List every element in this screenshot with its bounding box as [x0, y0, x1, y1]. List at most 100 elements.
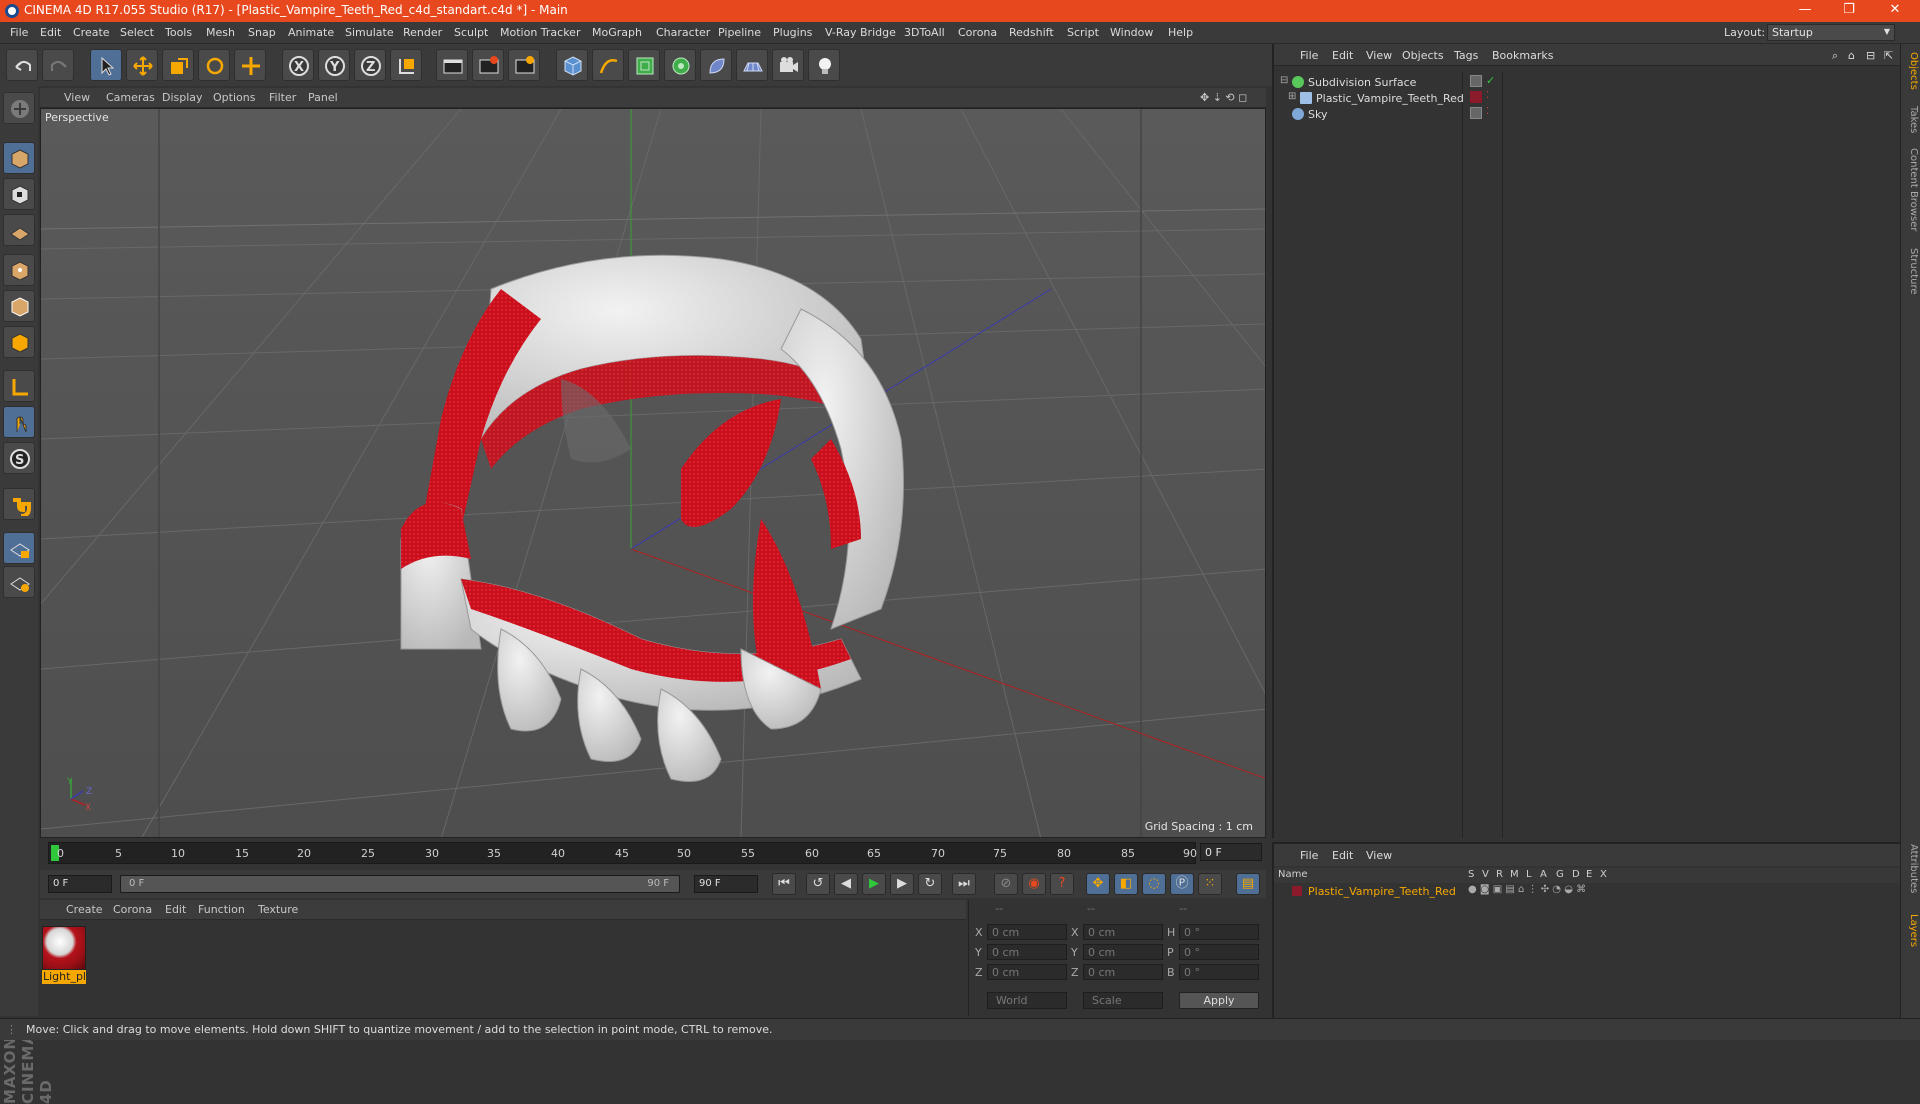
current-frame-display[interactable]: 0 F: [1200, 843, 1262, 861]
object-name[interactable]: Sky: [1308, 108, 1327, 121]
previous-key-button[interactable]: ↺: [806, 873, 830, 895]
close-button[interactable]: ✕: [1880, 2, 1910, 20]
menu-help[interactable]: Help: [1168, 26, 1193, 39]
snap-button[interactable]: S: [3, 442, 35, 474]
viewport-menu-view[interactable]: View: [64, 91, 90, 104]
menu-vray-bridge[interactable]: V-Ray Bridge: [825, 26, 896, 39]
light-button[interactable]: [808, 49, 840, 81]
polygons-mode-button[interactable]: [3, 326, 35, 358]
render-to-picture-viewer-button[interactable]: [472, 49, 504, 81]
menu-animate[interactable]: Animate: [288, 26, 334, 39]
position-z-field[interactable]: 0 cm: [987, 964, 1067, 980]
coordinate-system-button[interactable]: [390, 49, 422, 81]
render-settings-button[interactable]: [508, 49, 540, 81]
menu-simulate[interactable]: Simulate: [345, 26, 394, 39]
go-to-start-button[interactable]: ⏮: [772, 873, 796, 895]
layermgr-menu-file[interactable]: File: [1300, 849, 1318, 862]
play-button[interactable]: ▶: [862, 873, 886, 895]
edges-mode-button[interactable]: [3, 290, 35, 322]
layer-color-swatch[interactable]: [1292, 886, 1302, 896]
menu-character[interactable]: Character: [656, 26, 710, 39]
planar-workplane-button[interactable]: [3, 566, 35, 598]
object-row-subdivision-surface[interactable]: ⊟ Subdivision Surface ✓: [1274, 74, 1900, 91]
floor-button[interactable]: [736, 49, 768, 81]
next-frame-button[interactable]: ▶: [890, 873, 914, 895]
key-parameter-button[interactable]: Ⓟ: [1170, 873, 1194, 895]
cloner-button[interactable]: [664, 49, 696, 81]
menu-mesh[interactable]: Mesh: [206, 26, 235, 39]
viewport-menu-options[interactable]: Options: [213, 91, 255, 104]
visibility-dots-icon[interactable]: ⁚: [1486, 106, 1489, 117]
expand-icon[interactable]: ⊞: [1288, 91, 1296, 102]
key-position-button[interactable]: ✥: [1086, 873, 1110, 895]
objmgr-menu-view[interactable]: View: [1366, 49, 1392, 62]
camera-button[interactable]: [772, 49, 804, 81]
layer-row[interactable]: Plastic_Vampire_Teeth_Red ● ◙ ▣ ▤ ⌂ ⋮ ✣ …: [1274, 884, 1902, 900]
key-rotation-button[interactable]: ◌: [1142, 873, 1166, 895]
objmgr-menu-objects[interactable]: Objects: [1402, 49, 1444, 62]
rotation-b-field[interactable]: 0 °: [1179, 964, 1259, 980]
next-key-button[interactable]: ↻: [918, 873, 942, 895]
end-frame-field[interactable]: 90 F: [694, 875, 758, 893]
menu-corona[interactable]: Corona: [958, 26, 997, 39]
layer-name[interactable]: Plastic_Vampire_Teeth_Red: [1308, 885, 1456, 898]
coordinate-space-select[interactable]: World: [987, 992, 1067, 1009]
cube-object-button[interactable]: [556, 49, 588, 81]
undo-button[interactable]: [6, 49, 38, 81]
apply-button[interactable]: Apply: [1179, 992, 1259, 1009]
menu-snap[interactable]: Snap: [248, 26, 276, 39]
subdivision-surface-button[interactable]: [628, 49, 660, 81]
previous-frame-button[interactable]: ◀: [834, 873, 858, 895]
menu-mograph[interactable]: MoGraph: [592, 26, 642, 39]
menu-sculpt[interactable]: Sculpt: [454, 26, 488, 39]
tab-layers[interactable]: Layers: [1903, 914, 1919, 947]
viewport-navigate-icons[interactable]: ✥ ⇣ ⟲ ◻: [1200, 91, 1247, 104]
tab-structure[interactable]: Structure: [1903, 248, 1919, 295]
make-editable-button[interactable]: [3, 92, 35, 124]
menu-script[interactable]: Script: [1067, 26, 1099, 39]
size-x-field[interactable]: 0 cm: [1083, 924, 1163, 940]
menu-motion-tracker[interactable]: Motion Tracker: [500, 26, 580, 39]
menu-edit[interactable]: Edit: [40, 26, 61, 39]
layer-tag-icon[interactable]: [1470, 107, 1482, 119]
menu-select[interactable]: Select: [120, 26, 154, 39]
move-tool-button[interactable]: [126, 49, 158, 81]
viewport-menu-display[interactable]: Display: [162, 91, 203, 104]
menu-file[interactable]: File: [10, 26, 28, 39]
collapse-icon[interactable]: ⇱: [1884, 49, 1893, 62]
material-menu-texture[interactable]: Texture: [258, 903, 298, 916]
tweak-mode-button[interactable]: [3, 406, 35, 438]
tab-objects[interactable]: Objects: [1903, 52, 1919, 90]
size-mode-select[interactable]: Scale: [1083, 992, 1163, 1009]
material-menu-create[interactable]: Create: [66, 903, 103, 916]
menu-3dtoall[interactable]: 3DToAll: [904, 26, 945, 39]
layer-toggle-icons[interactable]: ● ◙ ▣ ▤ ⌂ ⋮ ✣ ◔ ◒ ⌘: [1468, 884, 1586, 895]
points-mode-button[interactable]: [3, 254, 35, 286]
workplane-mode-button[interactable]: [3, 214, 35, 246]
viewport-menu-filter[interactable]: Filter: [269, 91, 296, 104]
rotation-p-field[interactable]: 0 °: [1179, 944, 1259, 960]
render-view-button[interactable]: [436, 49, 468, 81]
layer-tag-icon[interactable]: [1470, 75, 1482, 87]
expand-icon[interactable]: ⊟: [1280, 75, 1288, 86]
menu-plugins[interactable]: Plugins: [773, 26, 812, 39]
maximize-button[interactable]: ❐: [1834, 2, 1864, 20]
new-view-icon[interactable]: ⊟: [1866, 49, 1875, 62]
timeline-window-button[interactable]: ▤: [1236, 873, 1260, 895]
keyframe-selection-button[interactable]: ?: [1050, 873, 1074, 895]
timeline-ruler[interactable]: 0 5 10 15 20 25 30 35 40 45 50 55 60 65 …: [48, 842, 1197, 864]
workplane-lock-button[interactable]: [3, 532, 35, 564]
home-icon[interactable]: ⌂: [1848, 49, 1855, 62]
objmgr-menu-file[interactable]: File: [1300, 49, 1318, 62]
size-y-field[interactable]: 0 cm: [1083, 944, 1163, 960]
minimize-button[interactable]: —: [1790, 2, 1820, 20]
live-selection-button[interactable]: [90, 49, 122, 81]
menu-window[interactable]: Window: [1110, 26, 1153, 39]
y-axis-lock-button[interactable]: Y: [318, 49, 350, 81]
menu-render[interactable]: Render: [403, 26, 442, 39]
object-row-sky[interactable]: Sky ⁚: [1274, 106, 1900, 123]
perspective-viewport[interactable]: Perspective Y Z X Grid Spacing : 1 cm: [40, 108, 1266, 838]
axis-mode-button[interactable]: [3, 370, 35, 402]
layermgr-menu-edit[interactable]: Edit: [1332, 849, 1353, 862]
key-scale-button[interactable]: ◧: [1114, 873, 1138, 895]
